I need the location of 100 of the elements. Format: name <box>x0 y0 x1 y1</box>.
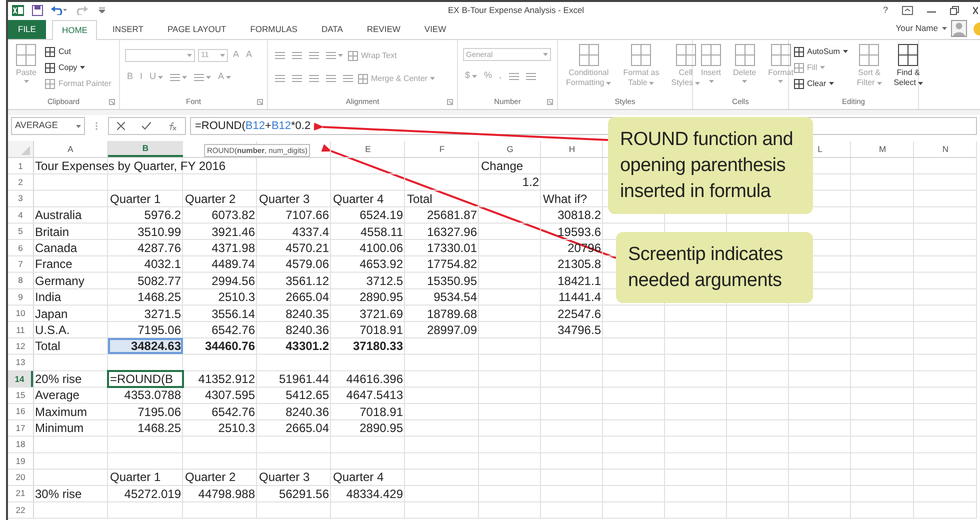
ribbon-tab[interactable]: PAGE LAYOUT <box>158 20 236 39</box>
table-cell-text: 34460.76 <box>204 340 256 352</box>
table-cell-text: 2665.04 <box>284 422 330 434</box>
row-header[interactable]: 7 <box>8 256 33 272</box>
row-header[interactable]: 5 <box>8 224 33 240</box>
column-header[interactable]: A <box>68 142 74 156</box>
table-cell-text: Maximum <box>34 406 88 418</box>
table-cell-text: Quarter 2 <box>184 192 237 205</box>
column-header[interactable]: B <box>108 141 183 157</box>
cancel-icon[interactable] <box>117 122 126 130</box>
table-cell-text: 4353.0788 <box>123 389 182 402</box>
table-cell-text: 19593.6 <box>556 226 602 238</box>
restore-icon[interactable] <box>950 6 959 16</box>
row-header[interactable]: 19 <box>8 453 33 470</box>
table-cell-text: Average <box>34 389 80 402</box>
row-header[interactable]: 3 <box>8 190 33 207</box>
row-header[interactable]: 21 <box>8 486 33 502</box>
table-cell-text: Quarter 3 <box>258 192 311 205</box>
table-cell-text: 5976.2 <box>143 209 182 222</box>
table-cell-text: 2510.3 <box>217 291 256 304</box>
ribbon-tab[interactable]: HOME <box>52 20 98 40</box>
table-cell-text: Minimum <box>34 422 85 434</box>
row-header[interactable]: 14 <box>8 371 33 388</box>
column-header[interactable]: F <box>439 142 445 156</box>
name-box[interactable]: AVERAGE <box>11 117 85 135</box>
table-cell-text: 6542.76 <box>210 324 256 336</box>
ribbon-button[interactable]: Cut <box>45 44 112 59</box>
cell-editor[interactable]: =ROUND(B <box>108 371 183 388</box>
grid-icon <box>734 44 755 66</box>
launcher-icon[interactable] <box>257 99 263 105</box>
launcher-icon[interactable] <box>447 99 453 105</box>
table-cell-text: 4558.11 <box>360 226 404 238</box>
table-cell-text: 4371.98 <box>210 242 256 254</box>
save-icon[interactable] <box>32 4 43 16</box>
ribbon-button[interactable]: Find & Select <box>890 44 926 88</box>
file-tab[interactable]: FILE <box>8 20 46 39</box>
row-header[interactable]: 13 <box>8 354 33 371</box>
row-header[interactable]: 1 <box>8 158 33 174</box>
row-header[interactable]: 17 <box>8 420 33 436</box>
column-header[interactable]: N <box>942 142 949 156</box>
launcher-icon[interactable] <box>547 99 553 105</box>
callout: Screentip indicates needed arguments <box>616 232 813 303</box>
close-icon[interactable] <box>973 6 978 16</box>
undo-icon[interactable] <box>51 5 67 15</box>
lines-icon <box>526 72 536 80</box>
row-header[interactable]: 20 <box>8 469 33 486</box>
table-cell-text: 18789.68 <box>426 308 478 320</box>
grid-icon <box>45 46 56 56</box>
column-header[interactable]: M <box>878 142 886 156</box>
lines-icon <box>194 72 204 82</box>
grid-icon <box>794 46 804 56</box>
user-menu[interactable]: Your Name <box>896 22 947 35</box>
column-header[interactable]: H <box>568 142 576 156</box>
help-button[interactable]: ? <box>882 4 888 18</box>
ribbon-button[interactable]: Clear <box>794 76 848 91</box>
column-header[interactable]: L <box>818 142 822 156</box>
table-cell-text: 44616.396 <box>345 373 404 386</box>
table-cell-text: 4032.1 <box>143 258 182 270</box>
row-header[interactable]: 2 <box>8 174 33 190</box>
ribbon-tab[interactable]: FORMULAS <box>241 20 306 39</box>
table-cell-text: 1468.25 <box>136 422 182 434</box>
select-all-icon[interactable] <box>8 141 33 157</box>
table-cell-text: 4307.595 <box>204 389 256 402</box>
ribbon-display-icon[interactable] <box>902 6 913 16</box>
insert-function-icon[interactable] <box>168 122 177 130</box>
launcher-icon[interactable] <box>109 99 115 105</box>
ribbon-button[interactable]: Copy <box>45 60 112 75</box>
column-header[interactable]: G <box>506 142 514 156</box>
table-cell-text: 3510.99 <box>136 226 182 238</box>
ribbon-tab[interactable]: INSERT <box>103 20 152 39</box>
ribbon-tab[interactable]: VIEW <box>415 20 456 39</box>
excel-logo-icon[interactable] <box>12 4 24 16</box>
row-header[interactable]: 9 <box>8 289 33 306</box>
grid-icon <box>45 62 56 72</box>
row-header[interactable]: 11 <box>8 322 33 338</box>
ribbon-tab[interactable]: DATA <box>312 20 352 39</box>
row-header[interactable]: 4 <box>8 207 33 224</box>
row-header[interactable]: 15 <box>8 387 33 404</box>
row-header[interactable]: 16 <box>8 404 33 420</box>
table-cell-text: Total <box>406 192 434 205</box>
table-cell-text: 25681.87 <box>426 209 478 222</box>
table-cell-text: 6073.82 <box>210 209 256 222</box>
customize-icon[interactable] <box>99 7 105 13</box>
row-header[interactable]: 22 <box>8 502 33 518</box>
table-cell-text: 48334.429 <box>345 488 404 500</box>
lines-icon <box>309 51 319 60</box>
row-header[interactable]: 12 <box>8 338 33 354</box>
row-header[interactable]: 8 <box>8 272 33 289</box>
ribbon-button[interactable]: AutoSum <box>794 44 848 59</box>
drag-handle-icon[interactable] <box>95 122 98 130</box>
table-cell-text: 16327.96 <box>426 226 478 238</box>
check-icon[interactable] <box>142 122 151 130</box>
ribbon-tab[interactable]: REVIEW <box>358 20 410 39</box>
row-header[interactable]: 10 <box>8 306 33 322</box>
table-cell-text: 21305.8 <box>556 258 602 270</box>
row-header[interactable]: 6 <box>8 240 33 256</box>
column-header[interactable]: E <box>365 142 371 156</box>
avatar-icon[interactable] <box>951 20 967 37</box>
row-header[interactable]: 18 <box>8 436 33 453</box>
table-cell-text: 7107.66 <box>284 209 330 222</box>
